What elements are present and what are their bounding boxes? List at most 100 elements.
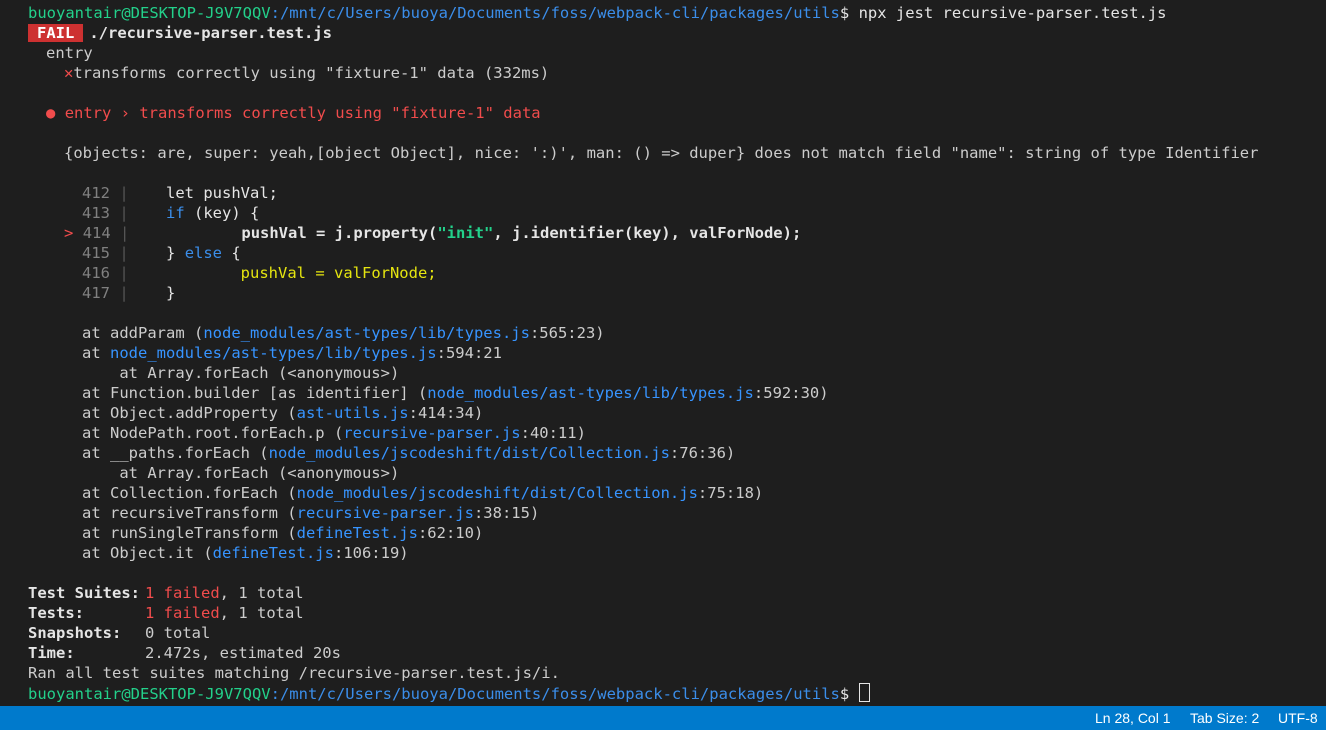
cursor-position[interactable]: Ln 28, Col 1	[1095, 706, 1171, 730]
stack-function: at	[82, 344, 110, 362]
prompt-user: buoyantair@DESKTOP-J9V7QQV	[28, 685, 271, 703]
stack-frame: at node_modules/ast-types/lib/types.js:5…	[82, 343, 502, 363]
gutter-separator: |	[119, 184, 129, 202]
code-text: }	[166, 284, 176, 302]
describe-block-name: entry	[46, 44, 93, 62]
summary-label: Time:	[28, 644, 75, 662]
code-text: let pushVal;	[166, 184, 278, 202]
stack-file-link[interactable]: defineTest.js	[213, 544, 334, 562]
stack-location: :38:15)	[473, 504, 540, 522]
gutter-separator: |	[119, 244, 129, 262]
summary-failed-count: 1 failed	[145, 604, 220, 622]
stack-file-link[interactable]: node_modules/ast-types/lib/types.js	[110, 344, 437, 362]
line-number: 414	[82, 224, 111, 242]
prompt-symbol: $	[839, 685, 850, 703]
stack-file-link[interactable]: recursive-parser.js	[297, 504, 474, 522]
command-prompt-line: buoyantair@DESKTOP-J9V7QQV:/mnt/c/Users/…	[28, 3, 1167, 23]
stack-frame: at runSingleTransform (defineTest.js:62:…	[82, 523, 483, 543]
stack-file-link[interactable]: node_modules/ast-types/lib/types.js	[427, 384, 754, 402]
gutter-separator: |	[119, 204, 129, 222]
code-text: {	[222, 244, 241, 262]
stack-file-link[interactable]: defineTest.js	[297, 524, 418, 542]
code-keyword: if	[166, 204, 185, 222]
test-case-line: ✕transforms correctly using "fixture-1" …	[64, 63, 549, 83]
line-number: 412	[82, 184, 110, 202]
summary-snapshots: Snapshots: 0 total	[28, 623, 210, 643]
code-frame-line: 417 | }	[82, 283, 175, 303]
stack-file-link[interactable]: node_modules/jscodeshift/dist/Collection…	[269, 444, 670, 462]
stack-location: :414:34)	[408, 404, 484, 422]
command-prompt-line[interactable]: buoyantair@DESKTOP-J9V7QQV:/mnt/c/Users/…	[28, 683, 870, 703]
stack-file-link[interactable]: ast-utils.js	[297, 404, 409, 422]
code-frame-line: 412 | let pushVal;	[82, 183, 278, 203]
stack-location: :75:18)	[697, 484, 764, 502]
stack-frame: at Array.forEach (<anonymous>)	[82, 363, 399, 383]
test-case-text: transforms correctly using "fixture-1" d…	[73, 64, 550, 82]
summary-total: , 1 total	[219, 584, 304, 602]
stack-function: at runSingleTransform (	[82, 524, 297, 542]
terminal-cursor[interactable]	[858, 683, 870, 702]
summary-total: , 1 total	[219, 604, 304, 622]
summary-label: Test Suites:	[28, 584, 140, 602]
code-text: pushVal = valForNode;	[240, 264, 437, 282]
stack-file-link[interactable]: node_modules/jscodeshift/dist/Collection…	[297, 484, 698, 502]
stack-location: :76:36)	[669, 444, 736, 462]
code-frame-line: 413 | if (key) {	[82, 203, 259, 223]
prompt-symbol: $	[839, 4, 850, 22]
code-text: , j.identifier(key), valForNode);	[493, 224, 802, 242]
stack-location: :106:19)	[333, 544, 409, 562]
error-marker-icon: >	[64, 224, 74, 242]
status-bar: Ln 28, Col 1 Tab Size: 2 UTF-8	[0, 706, 1326, 730]
summary-tests: Tests: 1 failed, 1 total	[28, 603, 304, 623]
gutter-separator: |	[119, 264, 129, 282]
encoding[interactable]: UTF-8	[1278, 706, 1318, 730]
prompt-path: :/mnt/c/Users/buoya/Documents/foss/webpa…	[270, 4, 840, 22]
code-frame-line-highlighted: > 414 | pushVal = j.property("init", j.i…	[64, 223, 801, 243]
summary-label: Snapshots:	[28, 624, 122, 642]
gutter-separator: |	[119, 284, 129, 302]
tab-size[interactable]: Tab Size: 2	[1190, 706, 1259, 730]
code-keyword: else	[184, 244, 223, 262]
stack-function: at Array.forEach (<anonymous>)	[119, 464, 400, 482]
prompt-path: :/mnt/c/Users/buoya/Documents/foss/webpa…	[270, 685, 840, 703]
stack-function: at NodePath.root.forEach.p (	[82, 424, 344, 442]
stack-frame: at recursiveTransform (recursive-parser.…	[82, 503, 539, 523]
summary-label: Tests:	[28, 604, 84, 622]
stack-frame: at Function.builder [as identifier] (nod…	[82, 383, 829, 403]
stack-frame: at addParam (node_modules/ast-types/lib/…	[82, 323, 605, 343]
stack-location: :565:23)	[529, 324, 605, 342]
test-file-result: FAIL ./recursive-parser.test.js	[28, 23, 332, 43]
stack-function: at Array.forEach (<anonymous>)	[119, 364, 400, 382]
code-frame-line: 416 | pushVal = valForNode;	[82, 263, 437, 283]
fail-cross-icon: ✕	[64, 64, 74, 82]
stack-frame: at NodePath.root.forEach.p (recursive-pa…	[82, 423, 586, 443]
fail-badge: FAIL	[28, 24, 84, 42]
stack-function: at recursiveTransform (	[82, 504, 297, 522]
line-number: 416	[82, 264, 110, 282]
summary-suites: Test Suites: 1 failed, 1 total	[28, 583, 304, 603]
stack-file-link[interactable]: recursive-parser.js	[343, 424, 520, 442]
failure-header: ● entry › transforms correctly using "fi…	[46, 103, 541, 123]
summary-value: 0 total	[145, 624, 211, 642]
summary-value: 2.472s, estimated 20s	[145, 644, 341, 662]
failure-title: entry › transforms correctly using "fixt…	[64, 104, 541, 122]
bullet-icon: ●	[46, 104, 56, 122]
code-frame-line: 415 | } else {	[82, 243, 241, 263]
stack-function: at __paths.forEach (	[82, 444, 269, 462]
stack-function: at Object.addProperty (	[82, 404, 297, 422]
stack-frame: at Array.forEach (<anonymous>)	[82, 463, 399, 483]
stack-file-link[interactable]: node_modules/ast-types/lib/types.js	[203, 324, 530, 342]
stack-frame: at Collection.forEach (node_modules/jsco…	[82, 483, 763, 503]
test-file-name: ./recursive-parser.test.js	[89, 24, 332, 42]
summary-time: Time: 2.472s, estimated 20s	[28, 643, 341, 663]
stack-location: :62:10)	[417, 524, 484, 542]
terminal-panel[interactable]: buoyantair@DESKTOP-J9V7QQV:/mnt/c/Users/…	[0, 0, 1326, 706]
stack-location: :40:11)	[520, 424, 586, 442]
line-number: 417	[82, 284, 110, 302]
